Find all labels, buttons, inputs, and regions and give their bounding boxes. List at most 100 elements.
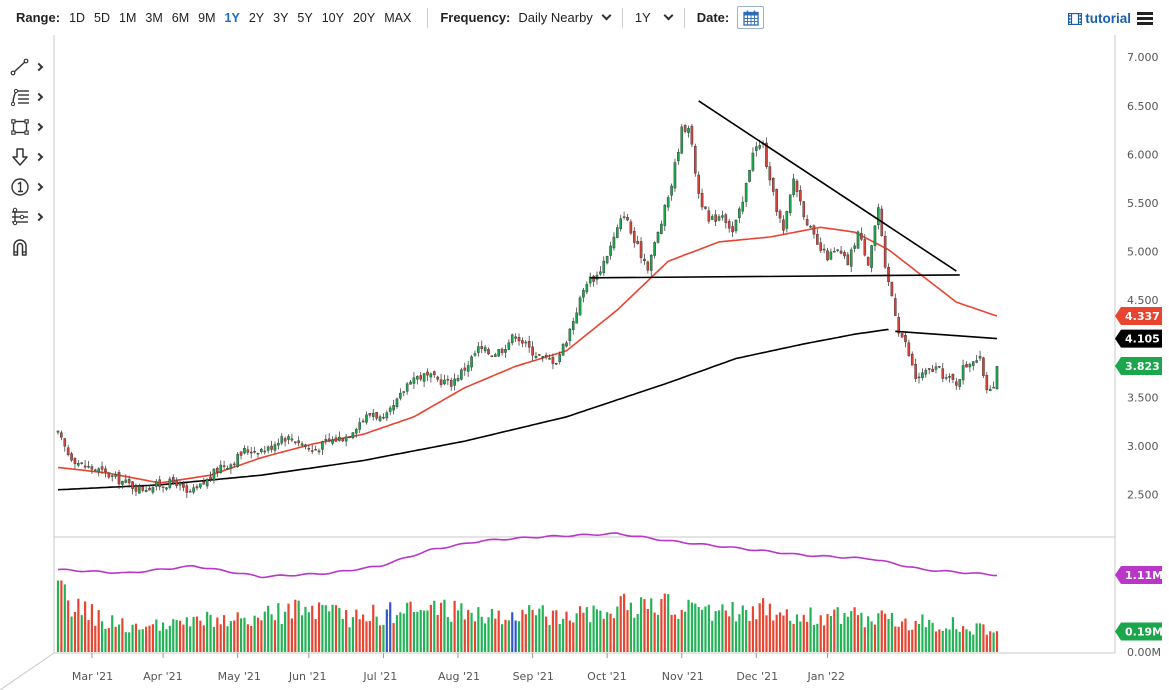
volume-bar	[67, 600, 70, 652]
volume-bar	[521, 609, 524, 652]
volume-bar	[917, 623, 921, 652]
candle-body	[273, 444, 277, 451]
period-dropdown[interactable]: 1Y	[635, 10, 674, 25]
volume-bar	[806, 621, 809, 652]
candle-body	[694, 146, 697, 174]
range-button-20y[interactable]: 20Y	[353, 11, 375, 25]
price-axis-tick: 5.500	[1127, 197, 1159, 210]
range-button-9m[interactable]: 9M	[198, 11, 215, 25]
trendline	[698, 100, 957, 272]
candle-body	[846, 254, 850, 266]
volume-bar	[348, 627, 351, 652]
price-chart[interactable]: 7.000 6.500 6.000 5.500 5.000 4.500 3.500 3.000…	[0, 35, 1169, 690]
candle-body	[249, 451, 253, 454]
candle-body	[788, 194, 792, 213]
candle-body	[361, 420, 365, 423]
volume-bar	[141, 629, 144, 652]
range-button-3m[interactable]: 3M	[145, 11, 162, 25]
candle-body	[982, 357, 985, 376]
volume-bar	[375, 616, 378, 652]
range-button-3y[interactable]: 3Y	[273, 11, 288, 25]
candle-body	[460, 369, 463, 380]
candle-body	[551, 356, 555, 364]
candle-body	[395, 398, 399, 407]
volume-bar	[351, 617, 355, 652]
range-button-5y[interactable]: 5Y	[297, 11, 312, 25]
volume-bar	[487, 617, 490, 652]
candle-body	[199, 483, 202, 488]
toolbar: Range: 1D 5D 1M 3M 6M 9M 1Y 2Y 3Y 5Y 10Y 20Y MAX Fre…	[0, 0, 1169, 35]
candle-body	[134, 486, 138, 492]
volume-bar	[270, 614, 273, 652]
candle-body	[599, 271, 602, 275]
candle-body	[805, 219, 809, 226]
candle-body	[314, 448, 317, 451]
range-button-1d[interactable]: 1D	[69, 11, 85, 25]
range-button-2y[interactable]: 2Y	[249, 11, 264, 25]
time-axis-edge	[0, 652, 55, 690]
volume-bar	[250, 625, 253, 652]
candle-body	[548, 358, 551, 360]
candle-body	[365, 414, 368, 423]
volume-bar	[948, 629, 951, 652]
candle-body	[439, 379, 443, 385]
candle-body	[175, 480, 178, 486]
volume-bar	[229, 621, 232, 652]
volume-bar	[606, 612, 609, 652]
volume-bar	[914, 620, 917, 652]
volume-bar	[409, 601, 412, 652]
volume-bar	[921, 614, 924, 652]
candle-body	[382, 416, 385, 419]
chevron-down-icon	[663, 10, 674, 21]
volume-bar	[324, 605, 327, 652]
volume-bar	[419, 609, 422, 652]
trendline	[895, 330, 998, 340]
volume-bar	[799, 621, 802, 652]
volume-bar	[687, 599, 690, 652]
volume-bar	[650, 598, 653, 652]
volume-bar	[494, 618, 497, 652]
range-button-max[interactable]: MAX	[384, 11, 411, 25]
frequency-dropdown[interactable]: Daily Nearby	[518, 10, 612, 25]
volume-bar	[795, 614, 799, 652]
volume-bar	[660, 598, 663, 652]
candle-body	[263, 450, 267, 453]
time-axis-tick: Jan '22	[807, 670, 845, 683]
range-button-1m[interactable]: 1M	[119, 11, 136, 25]
price-tags: 4.337 4.105 3.823	[1115, 307, 1162, 376]
volume-bar	[728, 616, 731, 652]
candle-body	[826, 250, 829, 261]
range-button-6m[interactable]: 6M	[172, 11, 189, 25]
candle-body	[110, 475, 114, 477]
volume-bar	[243, 617, 246, 652]
hamburger-menu-icon[interactable]	[1137, 12, 1153, 25]
time-axis-tick: Jul '21	[362, 670, 397, 683]
volume-bar	[684, 611, 687, 652]
volume-bar	[361, 614, 365, 652]
candle-body	[283, 438, 287, 442]
time-axis-tick: May '21	[218, 670, 261, 683]
volume-bar	[151, 624, 155, 652]
candle-body	[422, 373, 426, 382]
candle-body	[344, 436, 348, 442]
calendar-button[interactable]	[737, 6, 765, 29]
candle-body	[866, 256, 870, 266]
range-button-5d[interactable]: 5D	[94, 11, 110, 25]
candle-body	[961, 365, 965, 381]
range-button-10y[interactable]: 10Y	[322, 11, 344, 25]
volume-bar	[138, 629, 141, 652]
volume-bar	[962, 626, 965, 652]
range-button-1y[interactable]: 1Y	[225, 11, 240, 25]
candle-body	[510, 334, 514, 344]
candle-body	[727, 221, 731, 229]
candle-body	[158, 479, 161, 487]
candle-body	[890, 281, 894, 297]
volume-bar	[782, 615, 785, 652]
volume-bar	[117, 624, 121, 652]
moving-average-long-line	[57, 328, 889, 491]
candle-body	[307, 448, 311, 450]
volume-bar	[507, 620, 510, 652]
volume-bar	[965, 629, 968, 652]
tutorial-link[interactable]: tutorial	[1068, 11, 1131, 26]
volume-bar	[663, 593, 666, 652]
